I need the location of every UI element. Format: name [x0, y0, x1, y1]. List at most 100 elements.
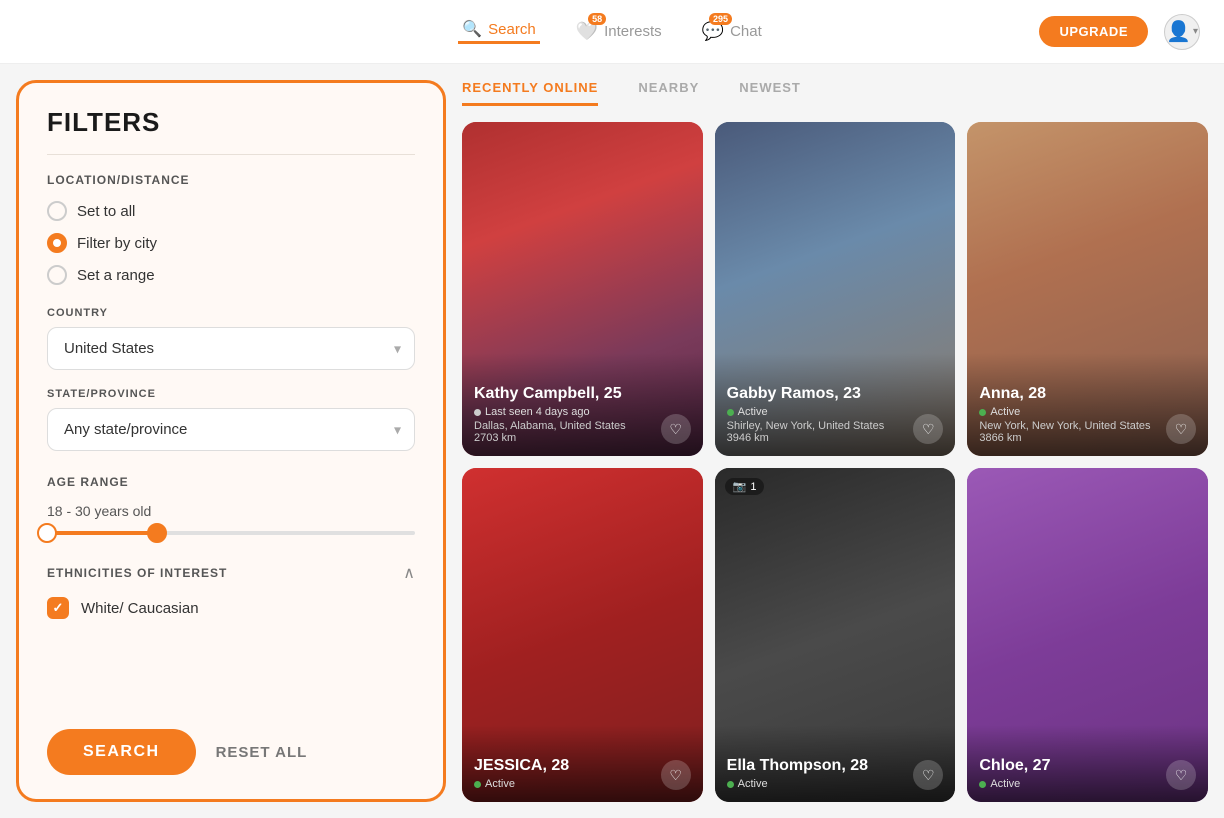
profile-status-text-2: Active: [738, 406, 768, 418]
radio-filter-by-city[interactable]: Filter by city: [47, 233, 415, 253]
filter-actions: SEARCH RESET ALL: [47, 709, 415, 775]
ethnicity-header: ETHNICITIES OF INTEREST ∧: [47, 563, 415, 583]
header-right: UPGRADE 👤 ▾: [906, 14, 1200, 50]
state-select-wrapper: Any state/province Alabama Alaska Arizon…: [47, 408, 415, 451]
divider-1: [47, 154, 415, 155]
profile-card-1[interactable]: Kathy Campbell, 25 Last seen 4 days ago …: [462, 122, 703, 456]
status-dot-4: [474, 781, 481, 788]
radio-filter-by-city-label: Filter by city: [77, 235, 157, 252]
profile-name-6: Chloe, 27: [979, 757, 1196, 775]
profile-status-4: Active: [474, 778, 691, 790]
profile-status-text-1: Last seen 4 days ago: [485, 406, 590, 418]
photo-count-5: 📷 1: [725, 478, 765, 495]
status-dot-5: [727, 781, 734, 788]
profile-status-text-5: Active: [738, 778, 768, 790]
profile-status-2: Active: [727, 406, 944, 418]
status-dot-3: [979, 409, 986, 416]
profile-status-3: Active: [979, 406, 1196, 418]
collapse-icon[interactable]: ∧: [403, 563, 415, 583]
tab-newest[interactable]: NEWEST: [739, 80, 801, 106]
ethnicity-label: ETHNICITIES OF INTEREST: [47, 566, 227, 580]
profile-status-text-3: Active: [990, 406, 1020, 418]
camera-icon: 📷: [733, 480, 747, 493]
age-range-section: AGE RANGE 18 - 30 years old: [47, 475, 415, 539]
checkbox-white-caucasian: ✓: [47, 597, 69, 619]
status-dot-6: [979, 781, 986, 788]
avatar-button[interactable]: 👤 ▾: [1164, 14, 1200, 50]
profiles-grid: Kathy Campbell, 25 Last seen 4 days ago …: [462, 122, 1208, 802]
nav-interests-label: Interests: [604, 23, 662, 40]
country-field-label: COUNTRY: [47, 307, 415, 319]
profile-location-3: New York, New York, United States: [979, 420, 1196, 432]
profile-name-2: Gabby Ramos, 23: [727, 385, 944, 403]
chat-badge: 295: [709, 13, 732, 25]
avatar-icon: 👤: [1166, 19, 1191, 44]
profile-card-4[interactable]: JESSICA, 28 Active ♡: [462, 468, 703, 802]
country-select-wrapper: United States Canada United Kingdom Aust…: [47, 327, 415, 370]
ethnicity-white-caucasian-label: White/ Caucasian: [81, 600, 199, 617]
profile-card-5[interactable]: 📷 1 Ella Thompson, 28 Active ♡: [715, 468, 956, 802]
profile-name-1: Kathy Campbell, 25: [474, 385, 691, 403]
filter-panel: FILTERS LOCATION/DISTANCE Set to all Fil…: [16, 80, 446, 802]
tab-recently-online[interactable]: RECENTLY ONLINE: [462, 80, 598, 106]
profile-distance-2: 3946 km: [727, 432, 944, 444]
search-icon: 🔍: [462, 19, 482, 39]
heart-button-3[interactable]: ♡: [1166, 414, 1196, 444]
tab-nearby[interactable]: NEARBY: [638, 80, 699, 106]
age-slider-track[interactable]: [47, 531, 415, 535]
header-nav: 🔍 Search 🤍 58 Interests 💬 295 Chat: [318, 19, 906, 44]
status-dot-1: [474, 409, 481, 416]
state-select[interactable]: Any state/province Alabama Alaska Arizon…: [47, 408, 415, 451]
heart-button-1[interactable]: ♡: [661, 414, 691, 444]
age-range-label: AGE RANGE: [47, 475, 415, 489]
profile-card-2[interactable]: Gabby Ramos, 23 Active Shirley, New York…: [715, 122, 956, 456]
nav-chat-label: Chat: [730, 23, 762, 40]
profile-status-text-6: Active: [990, 778, 1020, 790]
age-slider-thumb-right[interactable]: [147, 523, 167, 543]
upgrade-button[interactable]: UPGRADE: [1039, 16, 1148, 47]
main-content: FILTERS LOCATION/DISTANCE Set to all Fil…: [0, 64, 1224, 818]
chevron-down-icon: ▾: [1193, 26, 1198, 37]
radio-set-to-all[interactable]: Set to all: [47, 201, 415, 221]
profile-card-6[interactable]: Chloe, 27 Active ♡: [967, 468, 1208, 802]
chat-icon-wrap: 💬 295: [702, 21, 724, 42]
radio-set-a-range[interactable]: Set a range: [47, 265, 415, 285]
profile-card-3[interactable]: Anna, 28 Active New York, New York, Unit…: [967, 122, 1208, 456]
nav-search-label: Search: [488, 21, 536, 38]
filter-title: FILTERS: [47, 107, 415, 138]
radio-set-a-range-label: Set a range: [77, 267, 155, 284]
profile-status-text-4: Active: [485, 778, 515, 790]
radio-circle-filter-by-city: [47, 233, 67, 253]
profile-location-1: Dallas, Alabama, United States: [474, 420, 691, 432]
heart-button-6[interactable]: ♡: [1166, 760, 1196, 790]
age-slider-thumb-left[interactable]: [37, 523, 57, 543]
nav-chat[interactable]: 💬 295 Chat: [698, 21, 766, 42]
profile-distance-1: 2703 km: [474, 432, 691, 444]
ethnicity-white-caucasian[interactable]: ✓ White/ Caucasian: [47, 597, 415, 619]
radio-set-to-all-label: Set to all: [77, 203, 135, 220]
right-content: RECENTLY ONLINE NEARBY NEWEST Kathy Camp…: [446, 64, 1224, 818]
radio-circle-set-a-range: [47, 265, 67, 285]
heart-button-4[interactable]: ♡: [661, 760, 691, 790]
reset-all-button[interactable]: RESET ALL: [216, 744, 308, 761]
ethnicity-section: ETHNICITIES OF INTEREST ∧ ✓ White/ Cauca…: [47, 563, 415, 631]
status-dot-2: [727, 409, 734, 416]
nav-search[interactable]: 🔍 Search: [458, 19, 539, 44]
checkmark-icon: ✓: [53, 600, 64, 616]
location-section-label: LOCATION/DISTANCE: [47, 173, 415, 187]
header: 🔍 Search 🤍 58 Interests 💬 295 Chat UPGRA…: [0, 0, 1224, 64]
profile-status-6: Active: [979, 778, 1196, 790]
country-select[interactable]: United States Canada United Kingdom Aust…: [47, 327, 415, 370]
age-range-text: 18 - 30 years old: [47, 503, 415, 519]
profile-name-5: Ella Thompson, 28: [727, 757, 944, 775]
interests-badge: 58: [588, 13, 606, 25]
radio-circle-set-to-all: [47, 201, 67, 221]
nav-interests[interactable]: 🤍 58 Interests: [572, 21, 666, 42]
search-button[interactable]: SEARCH: [47, 729, 196, 775]
interests-icon-wrap: 🤍 58: [576, 21, 598, 42]
profile-distance-3: 3866 km: [979, 432, 1196, 444]
content-tabs: RECENTLY ONLINE NEARBY NEWEST: [462, 64, 1208, 106]
photo-count-text-5: 1: [750, 481, 756, 493]
profile-status-5: Active: [727, 778, 944, 790]
profile-name-3: Anna, 28: [979, 385, 1196, 403]
